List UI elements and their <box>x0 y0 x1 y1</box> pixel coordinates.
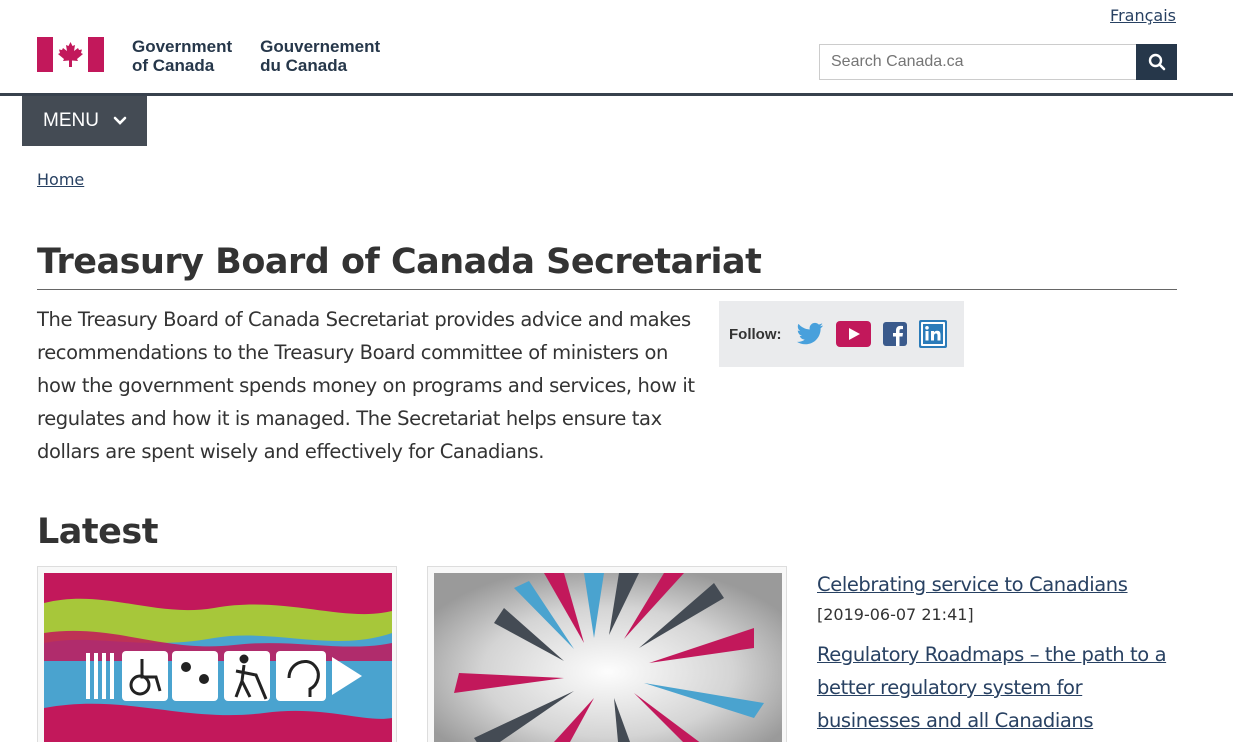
signature-fr-line2: du Canada <box>260 56 348 75</box>
regulatory-feature-image <box>434 573 782 742</box>
facebook-link[interactable] <box>882 322 907 346</box>
search-icon <box>1148 53 1165 71</box>
page-title: Treasury Board of Canada Secretariat <box>37 242 1177 290</box>
follow-panel: Follow: <box>719 301 964 367</box>
linkedin-icon <box>918 320 947 348</box>
site-search <box>819 44 1177 80</box>
search-input[interactable] <box>819 44 1136 80</box>
header-divider <box>0 93 1233 96</box>
intro-paragraph: The Treasury Board of Canada Secretariat… <box>37 308 695 463</box>
news-item-date: [2019-06-07 21:41] <box>817 605 974 624</box>
youtube-link[interactable] <box>835 321 871 347</box>
facebook-icon <box>882 322 907 346</box>
feature-card-regulatory[interactable] <box>427 566 787 742</box>
youtube-icon <box>835 321 871 347</box>
language-toggle-link[interactable]: Français <box>1110 6 1176 25</box>
feature-card-accessibility[interactable] <box>37 566 397 742</box>
linkedin-link[interactable] <box>918 320 947 348</box>
signature-english: Government of Canada <box>132 37 232 75</box>
news-item-link[interactable]: Celebrating service to Canadians <box>817 568 1177 601</box>
accessibility-feature-image <box>44 573 392 742</box>
government-signature[interactable]: Government of Canada Gouvernement du Can… <box>37 37 380 75</box>
follow-label: Follow: <box>729 325 782 343</box>
signature-en-line2: of Canada <box>132 56 215 75</box>
latest-heading: Latest <box>37 512 158 552</box>
news-item-link[interactable]: Regulatory Roadmaps – the path to a bett… <box>817 638 1177 737</box>
chevron-down-icon <box>113 116 127 125</box>
breadcrumb-home[interactable]: Home <box>37 170 84 189</box>
twitter-link[interactable] <box>796 322 824 346</box>
search-button[interactable] <box>1136 44 1177 80</box>
latest-news-list: Celebrating service to Canadians [2019-0… <box>817 568 1177 737</box>
menu-label: MENU <box>43 110 99 131</box>
signature-fr-line1: Gouvernement <box>260 37 381 56</box>
signature-french: Gouvernement du Canada <box>260 37 380 75</box>
twitter-icon <box>796 322 823 345</box>
canada-flag-icon <box>37 37 104 72</box>
signature-en-line1: Government <box>132 37 233 56</box>
main-menu-button[interactable]: MENU <box>22 96 147 146</box>
